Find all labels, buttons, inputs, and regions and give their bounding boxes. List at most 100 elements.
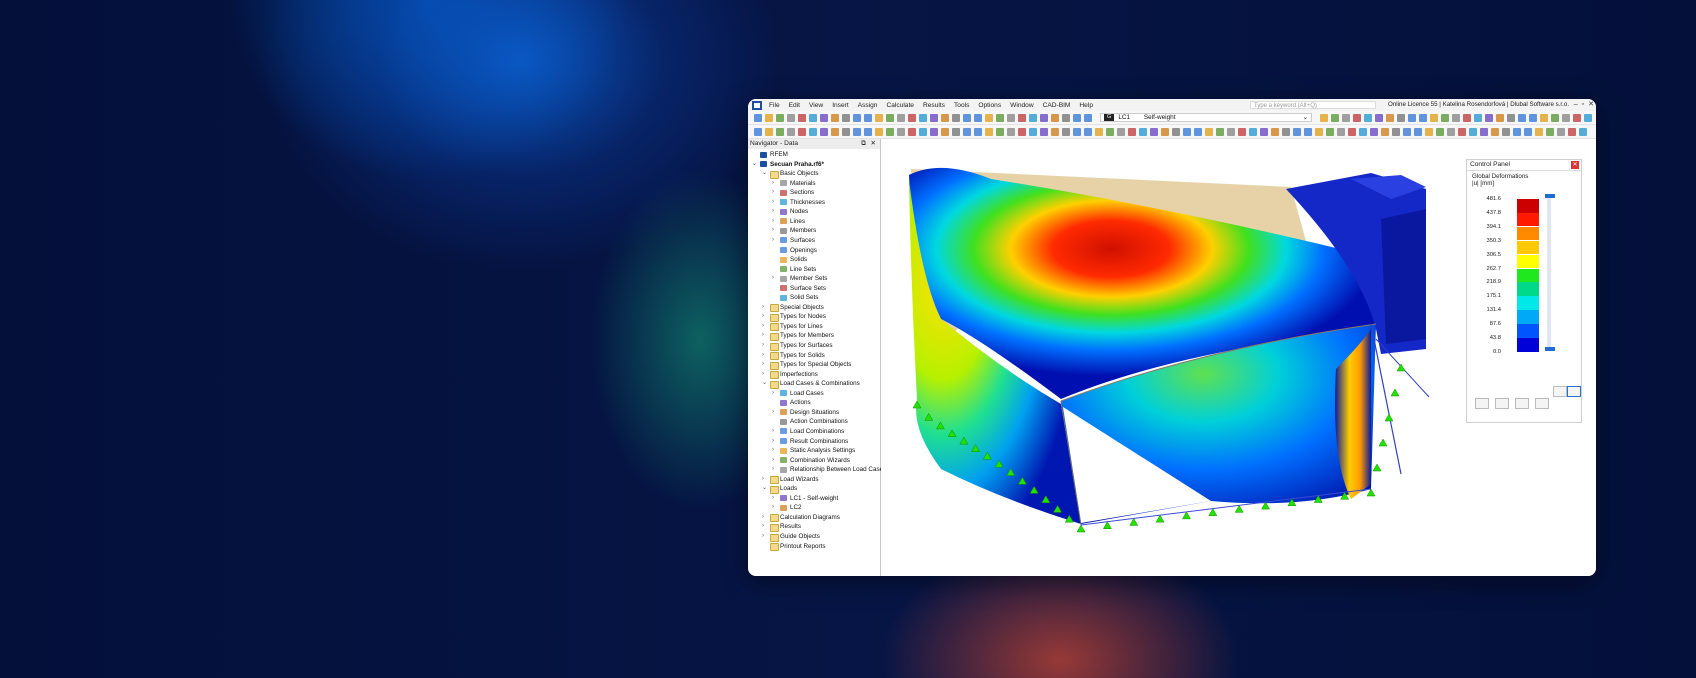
load-case-selector[interactable]: G LC1 Self-weight ⌄ [1100,113,1312,122]
menu-file[interactable]: File [765,102,785,109]
chevron-right-icon[interactable]: › [772,494,779,503]
toolbar-tool-icon[interactable] [985,114,993,122]
chevron-down-icon[interactable]: ⌄ [762,379,769,388]
tab-icon-legend[interactable] [1475,398,1489,409]
toolbar-tool-icon[interactable] [1337,128,1345,136]
toolbar-tool-icon[interactable] [1062,114,1070,122]
toolbar-tool-icon[interactable] [1419,114,1427,122]
toolbar-tool-icon[interactable] [1568,128,1576,136]
toolbar-tool-icon[interactable] [1551,114,1559,122]
legend-slider-bottom-handle[interactable] [1545,347,1555,351]
menu-tools[interactable]: Tools [950,102,974,109]
toolbar-tool-icon[interactable] [1128,128,1136,136]
toolbar-tool-icon[interactable] [1524,128,1532,136]
toolbar-tool-icon[interactable] [1106,128,1114,136]
chevron-right-icon[interactable]: › [772,437,779,446]
chevron-right-icon[interactable]: › [772,217,779,226]
toolbar-tool-icon[interactable] [1370,128,1378,136]
chevron-right-icon[interactable]: › [762,331,769,340]
toolbar-tool-icon[interactable] [1436,128,1444,136]
toolbar-tool-icon[interactable] [886,128,894,136]
toolbar-tool-icon[interactable] [1194,128,1202,136]
toolbar-tool-icon[interactable] [842,114,850,122]
toolbar-tool-icon[interactable] [1403,128,1411,136]
toolbar-tool-icon[interactable] [1579,128,1587,136]
toolbar-tool-icon[interactable] [1447,128,1455,136]
search-input[interactable]: Type a keyword (Alt+Q) [1250,101,1376,109]
toolbar-tool-icon[interactable] [1480,128,1488,136]
chevron-right-icon[interactable]: › [762,522,769,531]
toolbar-tool-icon[interactable] [831,128,839,136]
toolbar-tool-icon[interactable] [1392,128,1400,136]
toolbar-tool-icon[interactable] [1364,114,1372,122]
toolbar-tool-icon[interactable] [919,114,927,122]
toolbar-tool-icon[interactable] [1562,114,1570,122]
chevron-right-icon[interactable]: › [772,198,779,207]
toolbar-tool-icon[interactable] [1359,128,1367,136]
toolbar-tool-icon[interactable] [1018,114,1026,122]
menu-window[interactable]: Window [1006,102,1038,109]
toolbar-tool-icon[interactable] [875,128,883,136]
menu-results[interactable]: Results [919,102,950,109]
toolbar-tool-icon[interactable] [1535,128,1543,136]
toolbar-tool-icon[interactable] [952,114,960,122]
toolbar-tool-icon[interactable] [1425,128,1433,136]
toolbar-tool-icon[interactable] [1540,114,1548,122]
toolbar-tool-icon[interactable] [897,128,905,136]
toolbar-tool-icon[interactable] [1485,114,1493,122]
close-icon[interactable]: ✕ [870,139,876,149]
chevron-right-icon[interactable]: › [772,207,779,216]
toolbar-tool-icon[interactable] [930,114,938,122]
toolbar-tool-icon[interactable] [1172,128,1180,136]
toolbar-tool-icon[interactable] [1007,114,1015,122]
toolbar-tool-icon[interactable] [1414,128,1422,136]
toolbar-tool-icon[interactable] [996,128,1004,136]
chevron-right-icon[interactable]: › [772,236,779,245]
chevron-right-icon[interactable]: › [772,503,779,512]
toolbar-tool-icon[interactable] [1573,114,1581,122]
toolbar-tool-icon[interactable] [1546,128,1554,136]
toolbar-tool-icon[interactable] [1183,128,1191,136]
toolbar-tool-icon[interactable] [1381,128,1389,136]
menu-options[interactable]: Options [974,102,1006,109]
toolbar-tool-icon[interactable] [1513,128,1521,136]
minimize-icon[interactable]: – [1574,99,1578,111]
toolbar-tool-icon[interactable] [864,114,872,122]
toolbar-tool-icon[interactable] [765,114,773,122]
menu-help[interactable]: Help [1075,102,1098,109]
toolbar-tool-icon[interactable] [754,128,762,136]
toolbar-tool-icon[interactable] [1584,114,1592,122]
toolbar-tool-icon[interactable] [864,128,872,136]
toolbar-tool-icon[interactable] [1216,128,1224,136]
toolbar-tool-icon[interactable] [1529,114,1537,122]
chevron-down-icon[interactable]: ⌄ [762,484,769,493]
toolbar-tool-icon[interactable] [1293,128,1301,136]
toolbar-tool-icon[interactable] [842,128,850,136]
toolbar-tool-icon[interactable] [1507,114,1515,122]
toolbar-tool-icon[interactable] [765,128,773,136]
toolbar-tool-icon[interactable] [1518,114,1526,122]
toolbar-tool-icon[interactable] [754,114,762,122]
toolbar-tool-icon[interactable] [798,114,806,122]
toolbar-tool-icon[interactable] [1430,114,1438,122]
toolbar-tool-icon[interactable] [1557,128,1565,136]
toolbar-tool-icon[interactable] [1463,114,1471,122]
chevron-right-icon[interactable]: › [772,408,779,417]
toolbar-tool-icon[interactable] [1304,128,1312,136]
toolbar-tool-icon[interactable] [1073,128,1081,136]
toolbar-tool-icon[interactable] [1458,128,1466,136]
legend-slider-top-handle[interactable] [1545,194,1555,198]
chevron-right-icon[interactable]: › [772,226,779,235]
toolbar-tool-icon[interactable] [1452,114,1460,122]
restore-icon[interactable]: ▫ [1582,99,1584,111]
toolbar-tool-icon[interactable] [1397,114,1405,122]
toolbar-tool-icon[interactable] [1084,128,1092,136]
legend-slider-track[interactable] [1547,196,1551,349]
toolbar-tool-icon[interactable] [787,114,795,122]
chevron-right-icon[interactable]: › [772,427,779,436]
toolbar-tool-icon[interactable] [1051,128,1059,136]
toolbar-tool-icon[interactable] [996,114,1004,122]
panel-option-icon[interactable] [1553,386,1567,397]
toolbar-tool-icon[interactable] [1348,128,1356,136]
toolbar-tool-icon[interactable] [1073,114,1081,122]
